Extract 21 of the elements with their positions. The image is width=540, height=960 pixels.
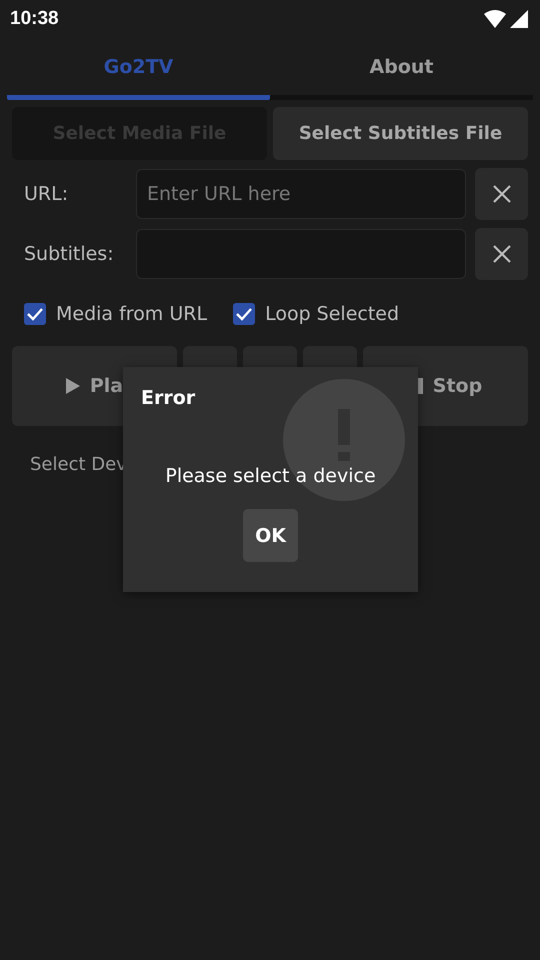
status-time: 10:38	[10, 8, 59, 30]
checkbox-label: Loop Selected	[265, 303, 400, 325]
checkbox[interactable]	[233, 303, 256, 325]
play-icon	[66, 378, 80, 394]
input-field[interactable]: Enter URL here	[136, 169, 466, 219]
check-icon	[236, 307, 252, 321]
close-icon	[492, 185, 510, 203]
tab[interactable]: About	[270, 38, 533, 100]
ok-button[interactable]: OK	[243, 509, 298, 562]
signal-icon	[510, 10, 528, 28]
checkbox-label: Media from URL	[56, 303, 208, 325]
field-label: Subtitles:	[24, 243, 115, 265]
wifi-icon	[484, 10, 506, 28]
check-icon	[27, 307, 43, 321]
close-icon	[492, 245, 510, 263]
checkbox[interactable]	[24, 303, 46, 325]
file-select-button[interactable]: Select Subtitles File	[273, 107, 528, 160]
field-label: URL:	[24, 183, 70, 205]
dialog-message: Please select a device	[164, 465, 377, 487]
clear-button[interactable]	[475, 168, 528, 220]
clear-button[interactable]	[475, 228, 528, 280]
